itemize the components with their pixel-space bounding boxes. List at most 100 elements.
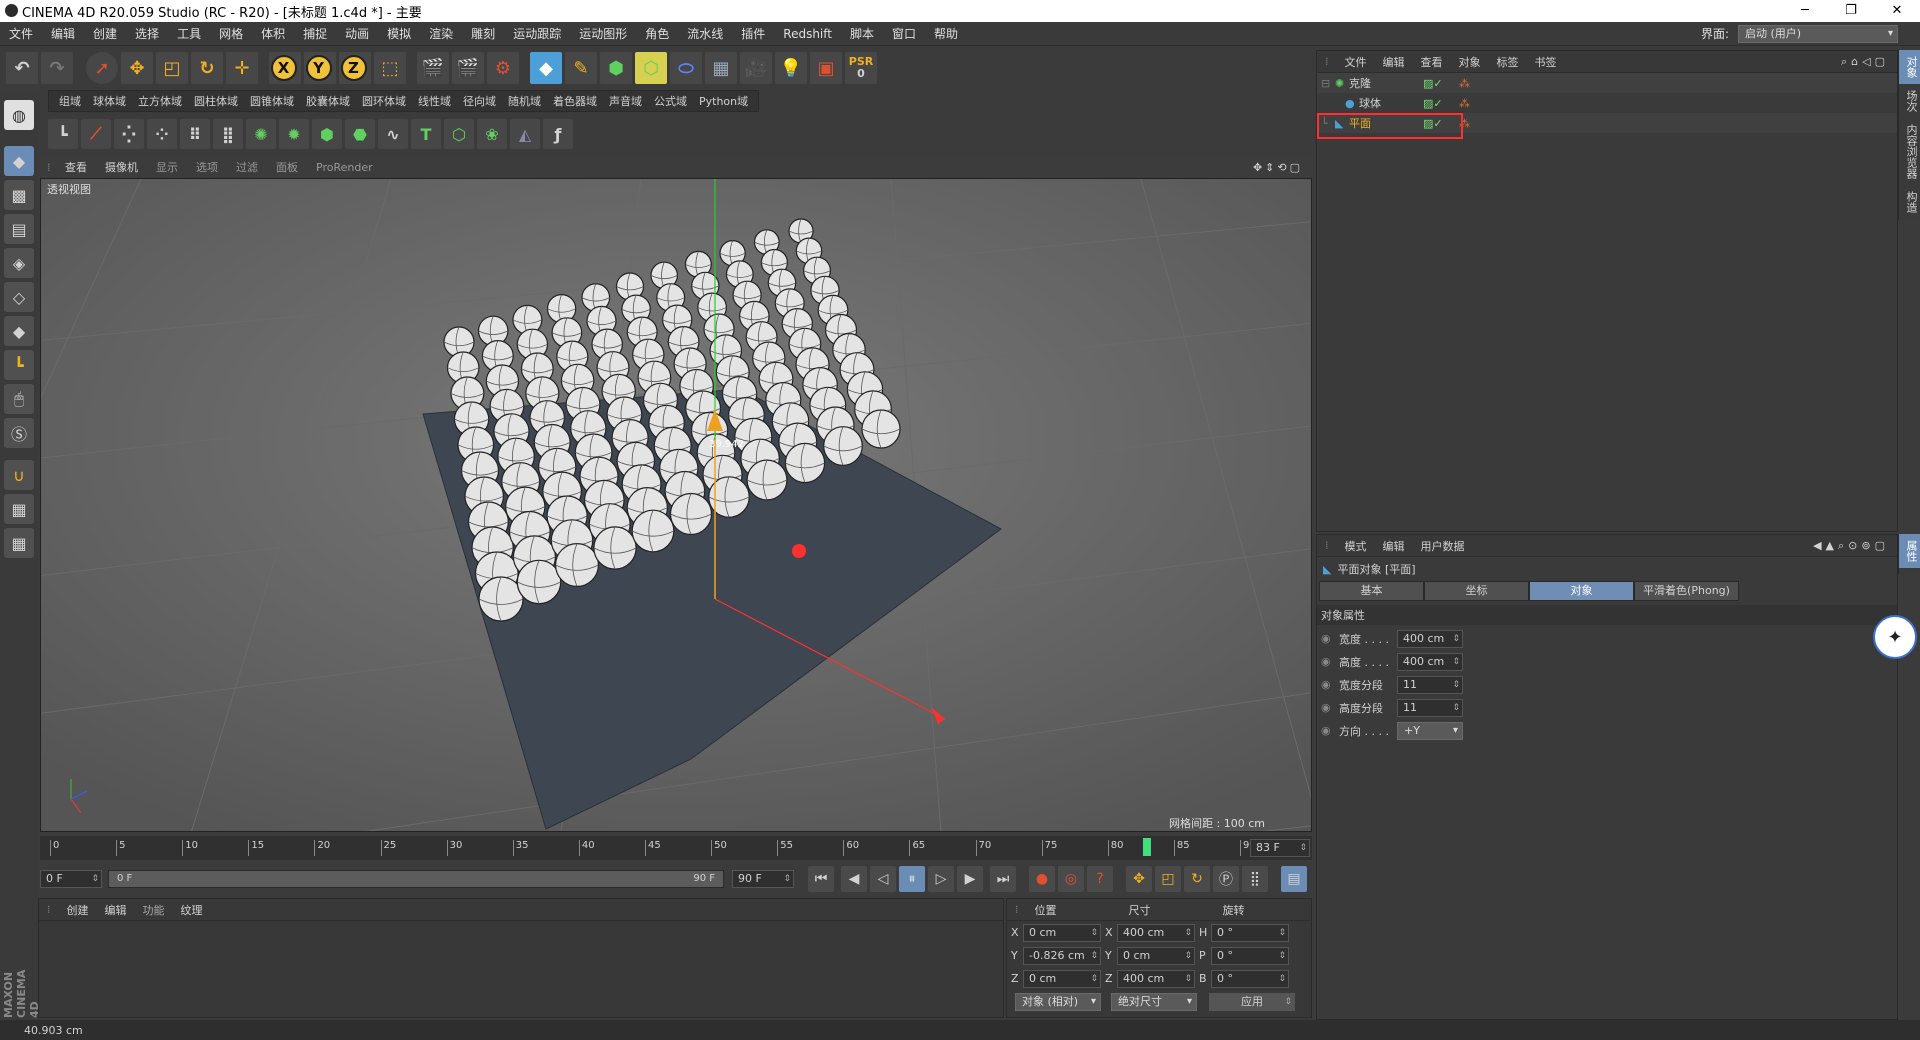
field-linear[interactable]: 线性域 [412, 93, 457, 109]
render-view-icon[interactable]: 🎬 [417, 52, 449, 84]
size-mode-select[interactable]: 绝对尺寸 [1111, 993, 1197, 1011]
attr-property-value[interactable]: 11 [1397, 698, 1463, 717]
timeline-ruler[interactable]: 051015202530354045505560657075808590 83 … [40, 836, 1312, 860]
menu-pipeline[interactable]: 流水线 [678, 25, 732, 42]
menu-edit[interactable]: 编辑 [42, 25, 84, 42]
solo-mode-icon[interactable]: Ⓢ [4, 418, 34, 448]
viewport-menu-options[interactable]: 选项 [187, 159, 227, 175]
key-param-icon[interactable]: Ⓟ [1213, 866, 1239, 892]
field-group[interactable]: 组域 [53, 93, 87, 109]
camera-icon[interactable]: 🎥 [740, 52, 772, 84]
coord-value-field[interactable]: 0 ° [1211, 946, 1289, 965]
key-pla-icon[interactable]: ⣿ [1242, 866, 1268, 892]
side-tab-takes[interactable]: 场次 [1899, 84, 1920, 118]
field-box[interactable]: 立方体域 [132, 93, 188, 109]
field-torus[interactable]: 圆环体域 [356, 93, 412, 109]
material-menu-create[interactable]: 创建 [59, 902, 97, 918]
side-tab-attributes[interactable]: 属性 [1899, 534, 1920, 568]
sphere-clone[interactable] [593, 526, 637, 570]
attr-nav-icon[interactable]: ◀▲⌕⊙⊚▢ [1805, 539, 1897, 553]
object-menu-objects[interactable]: 对象 [1451, 54, 1489, 70]
go-end-icon[interactable]: ⏭ [990, 866, 1016, 892]
field-python[interactable]: Python域 [693, 93, 754, 109]
field-sound[interactable]: 声音域 [603, 93, 648, 109]
z-axis-lock-icon[interactable]: Z [340, 55, 367, 81]
coord-value-field[interactable]: 400 cm [1117, 969, 1195, 988]
sphere-clone[interactable] [631, 509, 675, 553]
tab-object[interactable]: 对象 [1529, 581, 1634, 601]
snap-icon[interactable]: ∪ [4, 460, 34, 490]
viewport-menu-display[interactable]: 显示 [147, 159, 187, 175]
coord-value-field[interactable]: 400 cm [1117, 923, 1195, 942]
attr-menu-edit[interactable]: 编辑 [1375, 538, 1413, 554]
tab-basic[interactable]: 基本 [1319, 581, 1424, 601]
motext-icon[interactable]: T [411, 119, 441, 149]
viewport-menu-panel[interactable]: 面板 [267, 159, 307, 175]
key-rotation-icon[interactable]: ↻ [1184, 866, 1210, 892]
select-tool-icon[interactable]: ➚ [86, 52, 118, 84]
field-sphere[interactable]: 球体域 [87, 93, 132, 109]
attr-menu-mode[interactable]: 模式 [1337, 538, 1375, 554]
playhead[interactable] [1143, 838, 1152, 856]
record-icon[interactable]: ● [1029, 866, 1055, 892]
matrix-icon[interactable]: ⬢ [312, 119, 342, 149]
visibility-check-icon[interactable]: ▨✓ [1423, 97, 1459, 110]
polygons-mode-icon[interactable]: ◆ [4, 316, 34, 346]
y-axis-lock-icon[interactable]: Y [305, 55, 332, 81]
undo-icon[interactable]: ↶ [6, 52, 38, 84]
coord-value-field[interactable]: 0 cm [1023, 969, 1101, 988]
pause-icon[interactable]: ⏸ [899, 866, 925, 892]
lock-workplane-icon[interactable]: ▦ [4, 494, 34, 524]
fracture-icon[interactable]: ✹ [279, 119, 309, 149]
rotate-tool-icon[interactable]: ↻ [191, 52, 223, 84]
key-scale-icon[interactable]: ◰ [1155, 866, 1181, 892]
pen-icon[interactable]: ✎ [565, 52, 597, 84]
field-cylinder[interactable]: 圆柱体域 [188, 93, 244, 109]
autokey-icon[interactable]: ◎ [1058, 866, 1084, 892]
next-frame-icon[interactable]: ▷ [928, 866, 954, 892]
object-menu-bookmarks[interactable]: 书签 [1527, 54, 1565, 70]
tracer-icon[interactable]: ⬡ [444, 119, 474, 149]
x-axis-lock-icon[interactable]: X [270, 55, 297, 81]
object-row-cloner[interactable]: ⊟ ✺ 克隆 ▨✓ ⁂ [1317, 73, 1897, 93]
side-tab-objects[interactable]: 对象 [1899, 50, 1920, 84]
menu-tools[interactable]: 工具 [168, 25, 210, 42]
render-picture-viewer-icon[interactable]: 🎬 [452, 52, 484, 84]
menu-render[interactable]: 渲染 [420, 25, 462, 42]
menu-select[interactable]: 选择 [126, 25, 168, 42]
points-select-icon[interactable]: ⁛ [114, 119, 144, 149]
field-formula[interactable]: 公式域 [648, 93, 693, 109]
attr-property-value[interactable]: 400 cm [1397, 629, 1463, 648]
model-mode-icon[interactable]: ◆ [4, 146, 34, 176]
effector-icon[interactable]: ❀ [477, 119, 507, 149]
menu-file[interactable]: 文件 [0, 25, 42, 42]
object-menu-file[interactable]: 文件 [1337, 54, 1375, 70]
object-menu-edit[interactable]: 编辑 [1375, 54, 1413, 70]
side-tab-content-browser[interactable]: 内容浏览器 [1899, 118, 1920, 185]
viewport-menu-prorender[interactable]: ProRender [307, 161, 382, 174]
menu-mograph[interactable]: 运动图形 [570, 25, 636, 42]
attr-menu-userdata[interactable]: 用户数据 [1413, 538, 1473, 554]
menu-help[interactable]: 帮助 [925, 25, 967, 42]
timeline-window-icon[interactable]: ▤ [1281, 866, 1307, 892]
end-frame-field[interactable]: 90 F [732, 870, 794, 888]
field-random[interactable]: 随机域 [502, 93, 547, 109]
field-capsule[interactable]: 胶囊体域 [300, 93, 356, 109]
animate-dot-icon[interactable]: ◉ [1321, 632, 1339, 645]
object-menu-tags[interactable]: 标签 [1489, 54, 1527, 70]
attr-property-value[interactable]: 400 cm [1397, 652, 1463, 671]
cube-icon[interactable]: ◆ [530, 52, 562, 84]
scene-icon[interactable]: ▣ [810, 52, 842, 84]
animate-dot-icon[interactable]: ◉ [1321, 678, 1339, 691]
layout-select[interactable]: 启动 (用户) [1738, 24, 1898, 43]
coord-value-field[interactable]: 0 cm [1023, 923, 1101, 942]
menu-sculpt[interactable]: 雕刻 [462, 25, 504, 42]
range-slider[interactable]: 0 F 90 F [108, 870, 724, 888]
tag-icon[interactable]: ⁂ [1459, 77, 1470, 90]
coord-value-field[interactable]: -0.826 cm [1023, 946, 1101, 965]
workplane-icon[interactable]: ┗ [48, 119, 78, 149]
grid-points-icon[interactable]: ⣿ [213, 119, 243, 149]
sphere-clone[interactable] [823, 426, 863, 466]
cloner-icon[interactable]: ✺ [246, 119, 276, 149]
prev-key-icon[interactable]: ◀ [841, 866, 867, 892]
